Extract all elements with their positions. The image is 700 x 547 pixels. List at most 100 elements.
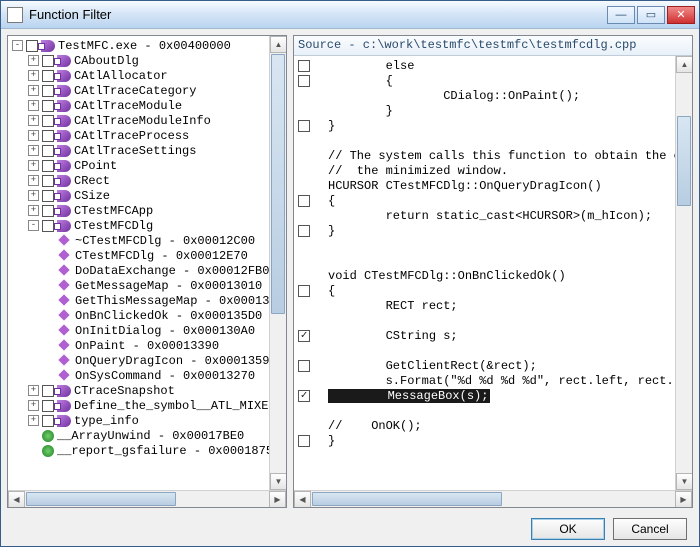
source-view[interactable]: else { CDialog::OnPaint(); }}// The syst… (294, 56, 675, 490)
tree-class[interactable]: +CTraceSnapshot (8, 383, 269, 398)
scroll-thumb-h[interactable] (312, 492, 502, 506)
source-line[interactable] (294, 403, 675, 418)
scroll-right-icon[interactable]: ▶ (269, 491, 286, 507)
scroll-thumb-v[interactable] (677, 116, 691, 206)
tree-method[interactable]: GetMessageMap - 0x00013010 (8, 278, 269, 293)
tree-method[interactable]: OnInitDialog - 0x000130A0 (8, 323, 269, 338)
checkbox[interactable] (42, 220, 54, 232)
tree-method[interactable]: OnQueryDragIcon - 0x00013590 (8, 353, 269, 368)
close-button[interactable]: ✕ (667, 6, 695, 24)
source-line[interactable]: } (294, 223, 675, 238)
tree-method[interactable]: GetThisMessageMap - 0x0001303 (8, 293, 269, 308)
line-checkbox[interactable] (298, 75, 310, 87)
checkbox[interactable] (42, 100, 54, 112)
tree-class[interactable]: +CPoint (8, 158, 269, 173)
scroll-left-icon[interactable]: ◀ (8, 491, 25, 507)
scroll-thumb-h[interactable] (26, 492, 176, 506)
line-checkbox[interactable] (298, 225, 310, 237)
tree-method[interactable]: DoDataExchange - 0x00012FB0 (8, 263, 269, 278)
expander-icon[interactable]: + (28, 400, 39, 411)
scroll-left-icon[interactable]: ◀ (294, 491, 311, 507)
source-line[interactable] (294, 253, 675, 268)
tree-class[interactable]: +type_info (8, 413, 269, 428)
checkbox[interactable] (42, 115, 54, 127)
source-scroll-vertical[interactable]: ▲ ▼ (675, 56, 692, 490)
tree-root[interactable]: -TestMFC.exe - 0x00400000 (8, 38, 269, 53)
source-line[interactable] (294, 343, 675, 358)
source-line[interactable] (294, 238, 675, 253)
expander-icon[interactable]: + (28, 160, 39, 171)
expander-icon[interactable]: + (28, 190, 39, 201)
source-line[interactable]: { (294, 283, 675, 298)
line-checkbox[interactable] (298, 435, 310, 447)
tree-class[interactable]: +Define_the_symbol__ATL_MIXED::T (8, 398, 269, 413)
checkbox[interactable] (42, 190, 54, 202)
checkbox[interactable] (42, 400, 54, 412)
tree-function[interactable]: __report_gsfailure - 0x00018750 (8, 443, 269, 458)
tree-class[interactable]: +CAtlTraceProcess (8, 128, 269, 143)
source-line[interactable]: } (294, 103, 675, 118)
source-line[interactable]: else (294, 58, 675, 73)
checkbox[interactable] (42, 145, 54, 157)
minimize-button[interactable]: — (607, 6, 635, 24)
expander-icon[interactable]: - (28, 220, 39, 231)
source-line[interactable]: // the minimized window. (294, 163, 675, 178)
checkbox[interactable] (26, 40, 38, 52)
expander-icon[interactable]: + (28, 205, 39, 216)
titlebar[interactable]: Function Filter — ▭ ✕ (1, 1, 699, 29)
line-checkbox[interactable] (298, 285, 310, 297)
source-line[interactable]: // OnOK(); (294, 418, 675, 433)
tree-method[interactable]: OnBnClickedOk - 0x000135D0 (8, 308, 269, 323)
expander-icon[interactable]: + (28, 70, 39, 81)
source-scroll-horizontal[interactable]: ◀ ▶ (294, 490, 692, 507)
tree-class[interactable]: +CAboutDlg (8, 53, 269, 68)
source-line[interactable]: MessageBox(s); (294, 388, 675, 403)
line-checkbox[interactable] (298, 120, 310, 132)
tree-class[interactable]: +CSize (8, 188, 269, 203)
scroll-thumb-v[interactable] (271, 54, 285, 314)
scroll-down-icon[interactable]: ▼ (676, 473, 692, 490)
source-line[interactable]: RECT rect; (294, 298, 675, 313)
tree-class[interactable]: +CTestMFCApp (8, 203, 269, 218)
line-checkbox[interactable] (298, 195, 310, 207)
scroll-right-icon[interactable]: ▶ (675, 491, 692, 507)
source-line[interactable]: { (294, 73, 675, 88)
checkbox[interactable] (42, 205, 54, 217)
source-line[interactable]: // The system calls this function to obt… (294, 148, 675, 163)
source-line[interactable] (294, 133, 675, 148)
expander-icon[interactable]: + (28, 175, 39, 186)
source-line[interactable]: GetClientRect(&rect); (294, 358, 675, 373)
tree-class[interactable]: +CAtlTraceModule (8, 98, 269, 113)
checkbox[interactable] (42, 175, 54, 187)
tree-method[interactable]: OnSysCommand - 0x00013270 (8, 368, 269, 383)
expander-icon[interactable]: + (28, 55, 39, 66)
source-line[interactable]: return static_cast<HCURSOR>(m_hIcon); (294, 208, 675, 223)
tree-function[interactable]: __ArrayUnwind - 0x00017BE0 (8, 428, 269, 443)
tree-class-expanded[interactable]: -CTestMFCDlg (8, 218, 269, 233)
expander-icon[interactable]: + (28, 130, 39, 141)
expander-icon[interactable]: + (28, 385, 39, 396)
source-line[interactable]: } (294, 118, 675, 133)
tree-method[interactable]: ~CTestMFCDlg - 0x00012C00 (8, 233, 269, 248)
line-checkbox[interactable] (298, 390, 310, 402)
scroll-up-icon[interactable]: ▲ (270, 36, 286, 53)
tree-class[interactable]: +CAtlTraceCategory (8, 83, 269, 98)
tree-scroll-horizontal[interactable]: ◀ ▶ (8, 490, 286, 507)
tree-method[interactable]: CTestMFCDlg - 0x00012E70 (8, 248, 269, 263)
checkbox[interactable] (42, 130, 54, 142)
tree-scroll-vertical[interactable]: ▲ ▼ (269, 36, 286, 490)
scroll-down-icon[interactable]: ▼ (270, 473, 286, 490)
line-checkbox[interactable] (298, 330, 310, 342)
expander-icon[interactable]: + (28, 145, 39, 156)
tree-class[interactable]: +CRect (8, 173, 269, 188)
source-line[interactable]: HCURSOR CTestMFCDlg::OnQueryDragIcon() (294, 178, 675, 193)
source-line[interactable]: { (294, 193, 675, 208)
checkbox[interactable] (42, 160, 54, 172)
tree-class[interactable]: +CAtlTraceSettings (8, 143, 269, 158)
line-checkbox[interactable] (298, 360, 310, 372)
scroll-up-icon[interactable]: ▲ (676, 56, 692, 73)
checkbox[interactable] (42, 85, 54, 97)
function-tree[interactable]: -TestMFC.exe - 0x00400000+CAboutDlg+CAtl… (8, 36, 269, 490)
source-line[interactable]: } (294, 433, 675, 448)
tree-class[interactable]: +CAtlAllocator (8, 68, 269, 83)
